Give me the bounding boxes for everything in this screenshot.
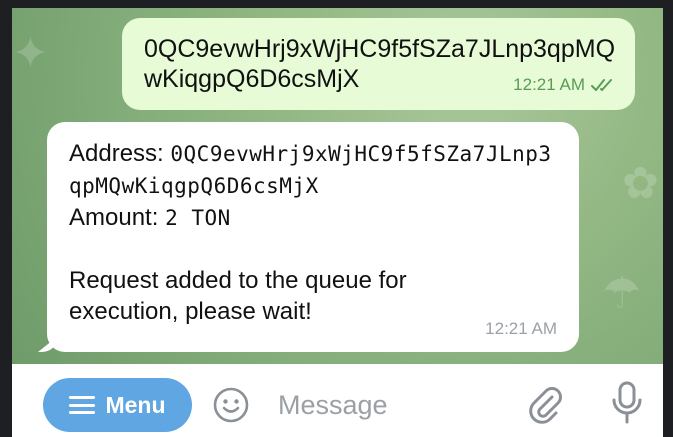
- incoming-message-time: 12:21 AM: [485, 319, 557, 338]
- chat-window: ✿ ☂ ✦ 0QC9evwHrj9xWjHC9f5fSZa7JLnp3qpMQw…: [12, 8, 663, 437]
- address-label: Address:: [69, 140, 164, 167]
- menu-icon: [69, 396, 96, 414]
- emoji-icon[interactable]: [212, 386, 250, 424]
- address-line: Address: 0QC9evwHrj9xWjHC9f5fSZa7JLnp3qp…: [69, 138, 561, 202]
- outgoing-message[interactable]: 0QC9evwHrj9xWjHC9f5fSZa7JLnp3qpMQwKiqgpQ…: [122, 18, 635, 110]
- attach-icon[interactable]: [524, 384, 566, 426]
- wallpaper-doodle-icon: ✿: [622, 159, 659, 208]
- amount-label: Amount:: [69, 204, 159, 231]
- wallpaper-doodle-icon: ☂: [602, 269, 642, 318]
- amount-line: Amount: 2 TON: [69, 202, 561, 234]
- outgoing-message-time: 12:21 AM: [513, 75, 585, 94]
- message-input-bar: Menu: [12, 364, 663, 437]
- microphone-icon[interactable]: [610, 380, 644, 426]
- incoming-message[interactable]: Address: 0QC9evwHrj9xWjHC9f5fSZa7JLnp3qp…: [47, 122, 579, 352]
- wallpaper-doodle-icon: ✦: [12, 29, 49, 78]
- status-message: Request added to the queue for execution…: [69, 267, 407, 325]
- outgoing-message-meta: 12:21 AM: [513, 70, 615, 100]
- message-input[interactable]: [276, 384, 500, 426]
- amount-value: 2 TON: [165, 206, 231, 230]
- chat-background: ✿ ☂ ✦ 0QC9evwHrj9xWjHC9f5fSZa7JLnp3qpMQw…: [12, 8, 663, 364]
- menu-button-label: Menu: [105, 391, 166, 418]
- double-check-icon: [591, 79, 612, 91]
- menu-button[interactable]: Menu: [43, 378, 192, 432]
